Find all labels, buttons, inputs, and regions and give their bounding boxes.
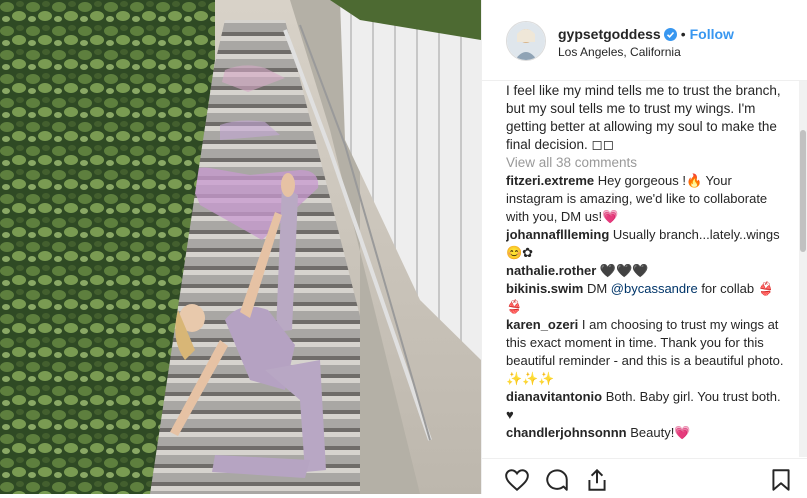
comment-username[interactable]: johannafllleming (506, 227, 609, 242)
comment-username[interactable]: fitzeri.extreme (506, 173, 594, 188)
post-view: gypsetgoddess • Follow Los Angeles, Califo… (0, 0, 807, 494)
comments-list[interactable]: I feel like my mind tells me to trust th… (506, 82, 786, 456)
comment-item: dianavitantonio Both. Baby girl. You tru… (506, 388, 786, 424)
yoga-stairs-photo (0, 0, 481, 494)
avatar[interactable] (506, 21, 546, 61)
separator-dot: • (680, 26, 686, 42)
view-all-comments-link[interactable]: View all 38 comments (506, 154, 786, 172)
post-header: gypsetgoddess • Follow Los Angeles, Califo… (482, 0, 807, 81)
comment-text: Beauty!💗 (630, 425, 691, 440)
scrollbar-thumb[interactable] (800, 130, 806, 252)
comment-username[interactable]: nathalie.rother (506, 263, 596, 278)
share-icon[interactable] (584, 467, 612, 495)
location-link[interactable]: Los Angeles, California (558, 45, 681, 59)
verified-badge-icon (663, 28, 677, 44)
follow-button[interactable]: Follow (690, 26, 734, 42)
comment-item: fitzeri.extreme Hey gorgeous !🔥 Your ins… (506, 172, 786, 226)
comment-item: nathalie.rother 🖤🖤🖤 (506, 262, 786, 280)
post-caption: I feel like my mind tells me to trust th… (506, 83, 781, 152)
comment-username[interactable]: chandlerjohnsonnn (506, 425, 627, 440)
comment-username[interactable]: bikinis.swim (506, 281, 583, 296)
post-side-panel: gypsetgoddess • Follow Los Angeles, Califo… (481, 0, 807, 494)
comment-item: johannafllleming Usually branch...lately… (506, 226, 786, 262)
avatar-image (507, 22, 545, 60)
comment-icon[interactable] (544, 467, 572, 495)
username-link[interactable]: gypsetgoddess (558, 26, 661, 42)
header-user-line: gypsetgoddess • Follow (558, 26, 734, 44)
bookmark-icon[interactable] (768, 467, 796, 495)
comment-item: chandlerjohnsonnn Beauty!💗 (506, 424, 786, 442)
action-bar (482, 458, 807, 495)
heart-icon[interactable] (504, 467, 532, 495)
post-photo[interactable] (0, 0, 481, 494)
comment-text: DM (586, 281, 608, 296)
comment-item: bikinis.swim DM @bycassandre for collab … (506, 280, 786, 316)
comment-text: 🖤🖤🖤 (599, 263, 649, 278)
comment-item: karen_ozeri I am choosing to trust my wi… (506, 316, 786, 388)
mention-link[interactable]: @bycassandre (611, 281, 698, 296)
comment-username[interactable]: karen_ozeri (506, 317, 578, 332)
comment-username[interactable]: dianavitantonio (506, 389, 602, 404)
